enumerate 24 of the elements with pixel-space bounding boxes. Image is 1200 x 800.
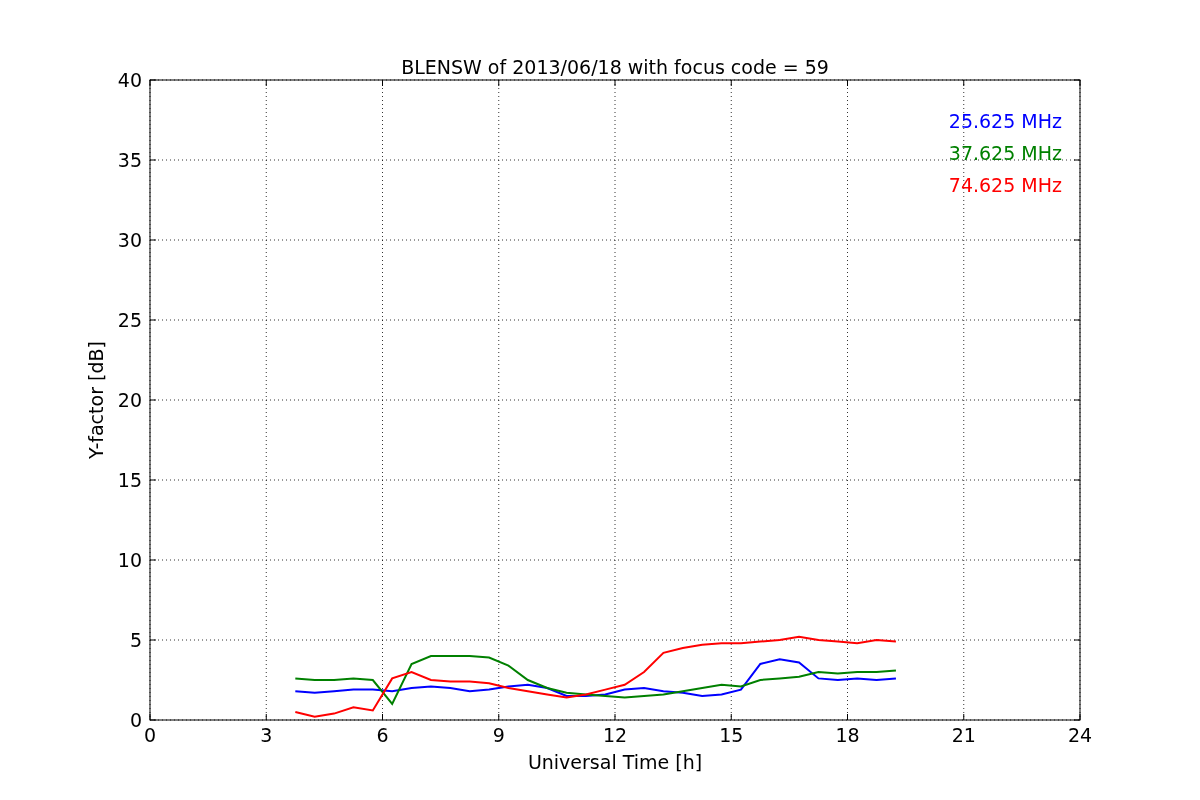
tick-label: 40 — [117, 69, 142, 91]
tick-label: 3 — [260, 724, 273, 746]
x-axis-label: Universal Time [h] — [527, 751, 703, 773]
legend-label: 74.625 MHz — [948, 174, 1062, 196]
tick-label: 6 — [376, 724, 389, 746]
legend-label: 37.625 MHz — [948, 142, 1062, 164]
tick-label: 18 — [835, 724, 860, 746]
tick-label: 10 — [117, 549, 142, 571]
chart-title: BLENSW of 2013/06/18 with focus code = 59 — [401, 56, 829, 78]
tick-label: 0 — [143, 724, 157, 746]
y-axis-label: Y-factor [dB] — [85, 341, 107, 459]
tick-label: 5 — [129, 629, 142, 651]
tick-label: 12 — [602, 724, 628, 746]
tick-label: 20 — [117, 389, 142, 411]
tick-label: 30 — [117, 229, 142, 251]
legend-label: 25.625 MHz — [948, 110, 1062, 132]
tick-label: 21 — [951, 724, 976, 746]
tick-label: 35 — [117, 149, 142, 171]
tick-label: 15 — [719, 724, 744, 746]
tick-label: 0 — [129, 709, 142, 731]
tick-label: 25 — [117, 309, 142, 331]
tick-label: 15 — [117, 469, 142, 491]
tick-label: 9 — [492, 724, 505, 746]
tick-label: 24 — [1067, 724, 1093, 746]
